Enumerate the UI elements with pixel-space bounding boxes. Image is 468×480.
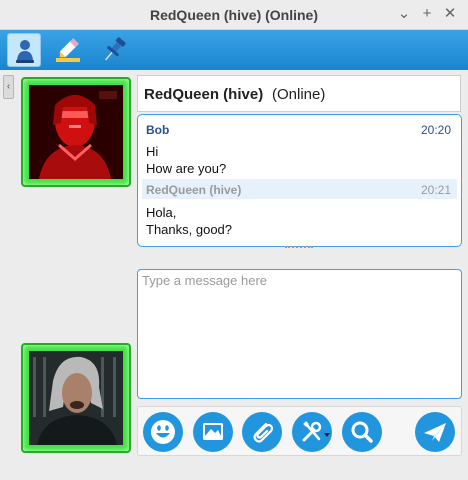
contact-status: (Online)	[272, 86, 326, 103]
person-icon	[16, 40, 34, 63]
search-button[interactable]	[342, 412, 382, 452]
message-time: 20:20	[420, 123, 451, 137]
message-time: 20:21	[420, 183, 451, 197]
action-bar	[137, 406, 462, 456]
contact-info-button[interactable]	[7, 33, 41, 67]
message-input[interactable]	[142, 273, 457, 395]
paper-plane-icon	[424, 423, 446, 442]
message-sender: RedQueen (hive)	[146, 183, 242, 197]
title-bar: RedQueen (hive) (Online) ⌄ + ✕	[0, 0, 468, 30]
image-icon	[203, 423, 223, 440]
contact-avatar	[21, 77, 131, 187]
message-text: Thanks, good?	[146, 222, 233, 237]
message-sender: Bob	[146, 123, 170, 137]
pushpin-icon	[105, 37, 126, 61]
wrench-screwdriver-icon	[302, 421, 322, 442]
send-button[interactable]	[415, 412, 455, 452]
self-photo	[29, 351, 123, 445]
emoji-button[interactable]	[143, 412, 183, 452]
magnifier-icon	[351, 421, 373, 443]
paperclip-icon	[253, 422, 274, 443]
send-image-button[interactable]	[193, 412, 233, 452]
highlighter-icon	[56, 38, 80, 62]
tools-dropdown-icon[interactable]	[324, 433, 330, 437]
pin-button[interactable]	[97, 33, 131, 67]
highlight-button[interactable]	[51, 33, 85, 67]
self-avatar	[21, 343, 131, 453]
message-text: Hola,	[146, 205, 177, 220]
toolbar	[0, 30, 468, 70]
message-header: Bob 20:20	[142, 119, 457, 139]
tools-button[interactable]	[292, 412, 332, 452]
contact-name: RedQueen (hive)	[144, 86, 264, 103]
message-header: RedQueen (hive) 20:21	[142, 179, 457, 199]
maximize-button[interactable]: +	[418, 5, 436, 23]
smiley-icon	[151, 420, 175, 444]
attach-file-button[interactable]	[242, 412, 282, 452]
message-text: How are you?	[146, 161, 227, 176]
pane-splitter[interactable]	[285, 246, 313, 250]
message-text: Hi	[146, 144, 159, 159]
message-input-box	[137, 269, 462, 399]
chat-header: RedQueen (hive) (Online)	[137, 75, 461, 112]
conversation-view[interactable]: Bob 20:20 Hi How are you? RedQueen (hive…	[137, 114, 462, 247]
contact-photo	[29, 85, 123, 179]
collapse-panel-button[interactable]: ‹	[3, 75, 14, 99]
close-button[interactable]: ✕	[441, 5, 459, 23]
minimize-button[interactable]: ⌄	[395, 5, 413, 23]
